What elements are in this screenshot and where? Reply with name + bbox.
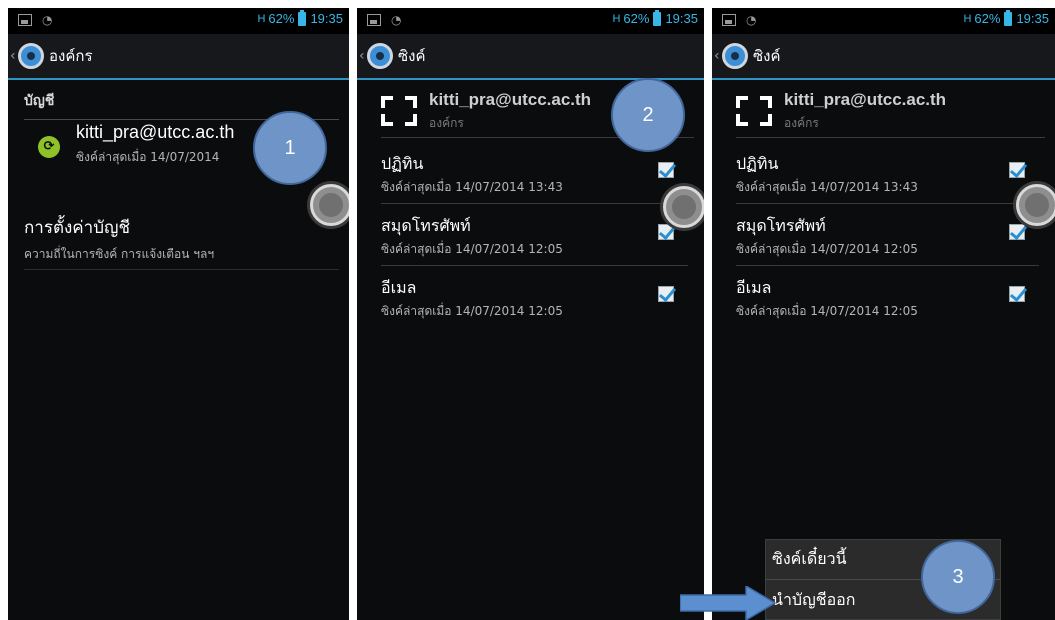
eye-icon: ◔ — [391, 13, 402, 27]
account-email: kitti_pra@utcc.ac.th — [429, 90, 592, 109]
arrow-right-icon — [680, 586, 776, 620]
sync-item-contacts[interactable]: สมุดโทรศัพท์ ซิงค์ล่าสุดเมื่อ 14/07/2014… — [736, 204, 1039, 266]
account-type: องค์กร — [784, 116, 819, 130]
status-bar: ◔ H 62% 19:35 — [357, 8, 704, 34]
account-type: องค์กร — [429, 116, 464, 130]
battery-icon — [298, 9, 307, 26]
checkbox-icon[interactable] — [1009, 162, 1025, 178]
picture-icon — [18, 14, 32, 26]
sync-item-email[interactable]: อีเมล ซิงค์ล่าสุดเมื่อ 14/07/2014 12:05 — [736, 266, 1039, 328]
page-title: ซิงค์ — [398, 47, 426, 65]
checkbox-icon[interactable] — [1009, 224, 1025, 240]
account-settings-title: การตั้งค่าบัญชี — [24, 218, 131, 238]
sync-item-subtitle: ซิงค์ล่าสุดเมื่อ 14/07/2014 13:43 — [736, 180, 918, 194]
screen-sync-settings: ◔ H 62% 19:35 ‹ ซิงค์ kitti_pra@utcc.ac.th… — [357, 8, 704, 620]
battery-icon — [653, 9, 662, 26]
sync-item-subtitle: ซิงค์ล่าสุดเมื่อ 14/07/2014 12:05 — [381, 304, 563, 318]
back-caret-icon[interactable]: ‹ — [359, 48, 367, 64]
step-callout-3: 3 — [921, 540, 995, 614]
sync-item-title: ปฏิทิน — [381, 154, 424, 173]
sync-item-title: สมุดโทรศัพท์ — [736, 216, 826, 235]
battery-icon — [1004, 9, 1013, 26]
sync-item-title: อีเมล — [736, 278, 772, 297]
step-callout-1: 1 — [253, 111, 327, 185]
signal-icon: H — [612, 12, 620, 25]
checkbox-icon[interactable] — [658, 286, 674, 302]
sync-item-email[interactable]: อีเมล ซิงค์ล่าสุดเมื่อ 14/07/2014 12:05 — [381, 266, 688, 328]
signal-icon: H — [257, 12, 265, 25]
account-header: kitti_pra@utcc.ac.th องค์กร — [736, 88, 1045, 138]
sync-item-subtitle: ซิงค์ล่าสุดเมื่อ 14/07/2014 12:05 — [381, 242, 563, 256]
checkbox-icon[interactable] — [1009, 286, 1025, 302]
sync-item-title: ปฏิทิน — [736, 154, 779, 173]
battery-percent: 62% — [268, 11, 295, 26]
battery-percent: 62% — [974, 11, 1001, 26]
status-bar: ◔ H 62% 19:35 — [8, 8, 349, 34]
battery-percent: 62% — [623, 11, 650, 26]
floating-assistive-button-icon[interactable] — [310, 184, 349, 226]
clock: 19:35 — [1016, 11, 1049, 26]
step-callout-2: 2 — [611, 78, 685, 152]
account-email: kitti_pra@utcc.ac.th — [784, 90, 947, 109]
status-bar: ◔ H 62% 19:35 — [712, 8, 1055, 34]
corporate-account-icon — [381, 96, 417, 126]
back-caret-icon[interactable]: ‹ — [714, 48, 722, 64]
account-email: kitti_pra@utcc.ac.th — [76, 122, 235, 142]
picture-icon — [367, 14, 381, 26]
sync-item-contacts[interactable]: สมุดโทรศัพท์ ซิงค์ล่าสุดเมื่อ 14/07/2014… — [381, 204, 688, 266]
clock: 19:35 — [665, 11, 698, 26]
eye-icon: ◔ — [746, 13, 757, 27]
page-title: ซิงค์ — [753, 47, 781, 65]
action-bar[interactable]: ‹ องค์กร — [8, 34, 349, 80]
picture-icon — [722, 14, 736, 26]
settings-gear-icon[interactable] — [367, 43, 393, 69]
account-last-sync: ซิงค์ล่าสุดเมื่อ 14/07/2014 — [76, 150, 220, 164]
action-bar[interactable]: ‹ ซิงค์ — [712, 34, 1055, 80]
clock: 19:35 — [310, 11, 343, 26]
signal-icon: H — [963, 12, 971, 25]
sync-item-subtitle: ซิงค์ล่าสุดเมื่อ 14/07/2014 12:05 — [736, 242, 918, 256]
corporate-account-icon — [736, 96, 772, 126]
floating-assistive-button-icon[interactable] — [1016, 184, 1055, 226]
sync-item-title: อีเมล — [381, 278, 417, 297]
sync-item-subtitle: ซิงค์ล่าสุดเมื่อ 14/07/2014 13:43 — [381, 180, 563, 194]
floating-assistive-button-icon[interactable] — [663, 186, 704, 228]
screen-account-list: ◔ H 62% 19:35 ‹ องค์กร บัญชี ⟳ kitti_pra@u… — [8, 8, 349, 620]
account-settings-row[interactable]: การตั้งค่าบัญชี ความถี่ในการซิงค์ การแจ้… — [24, 214, 339, 270]
eye-icon: ◔ — [42, 13, 53, 27]
sync-icon: ⟳ — [38, 136, 60, 158]
sync-item-subtitle: ซิงค์ล่าสุดเมื่อ 14/07/2014 12:05 — [736, 304, 918, 318]
checkbox-icon[interactable] — [658, 224, 674, 240]
settings-gear-icon[interactable] — [18, 43, 44, 69]
sync-item-calendar[interactable]: ปฏิทิน ซิงค์ล่าสุดเมื่อ 14/07/2014 13:43 — [736, 142, 1039, 204]
page-title: องค์กร — [49, 47, 93, 65]
back-caret-icon[interactable]: ‹ — [10, 48, 18, 64]
sync-item-title: สมุดโทรศัพท์ — [381, 216, 471, 235]
checkbox-icon[interactable] — [658, 162, 674, 178]
screen-sync-settings-menu: ◔ H 62% 19:35 ‹ ซิงค์ kitti_pra@utcc.ac.th… — [712, 8, 1055, 620]
action-bar[interactable]: ‹ ซิงค์ — [357, 34, 704, 80]
account-settings-subtitle: ความถี่ในการซิงค์ การแจ้งเตือน ฯลฯ — [24, 247, 215, 261]
settings-gear-icon[interactable] — [722, 43, 748, 69]
